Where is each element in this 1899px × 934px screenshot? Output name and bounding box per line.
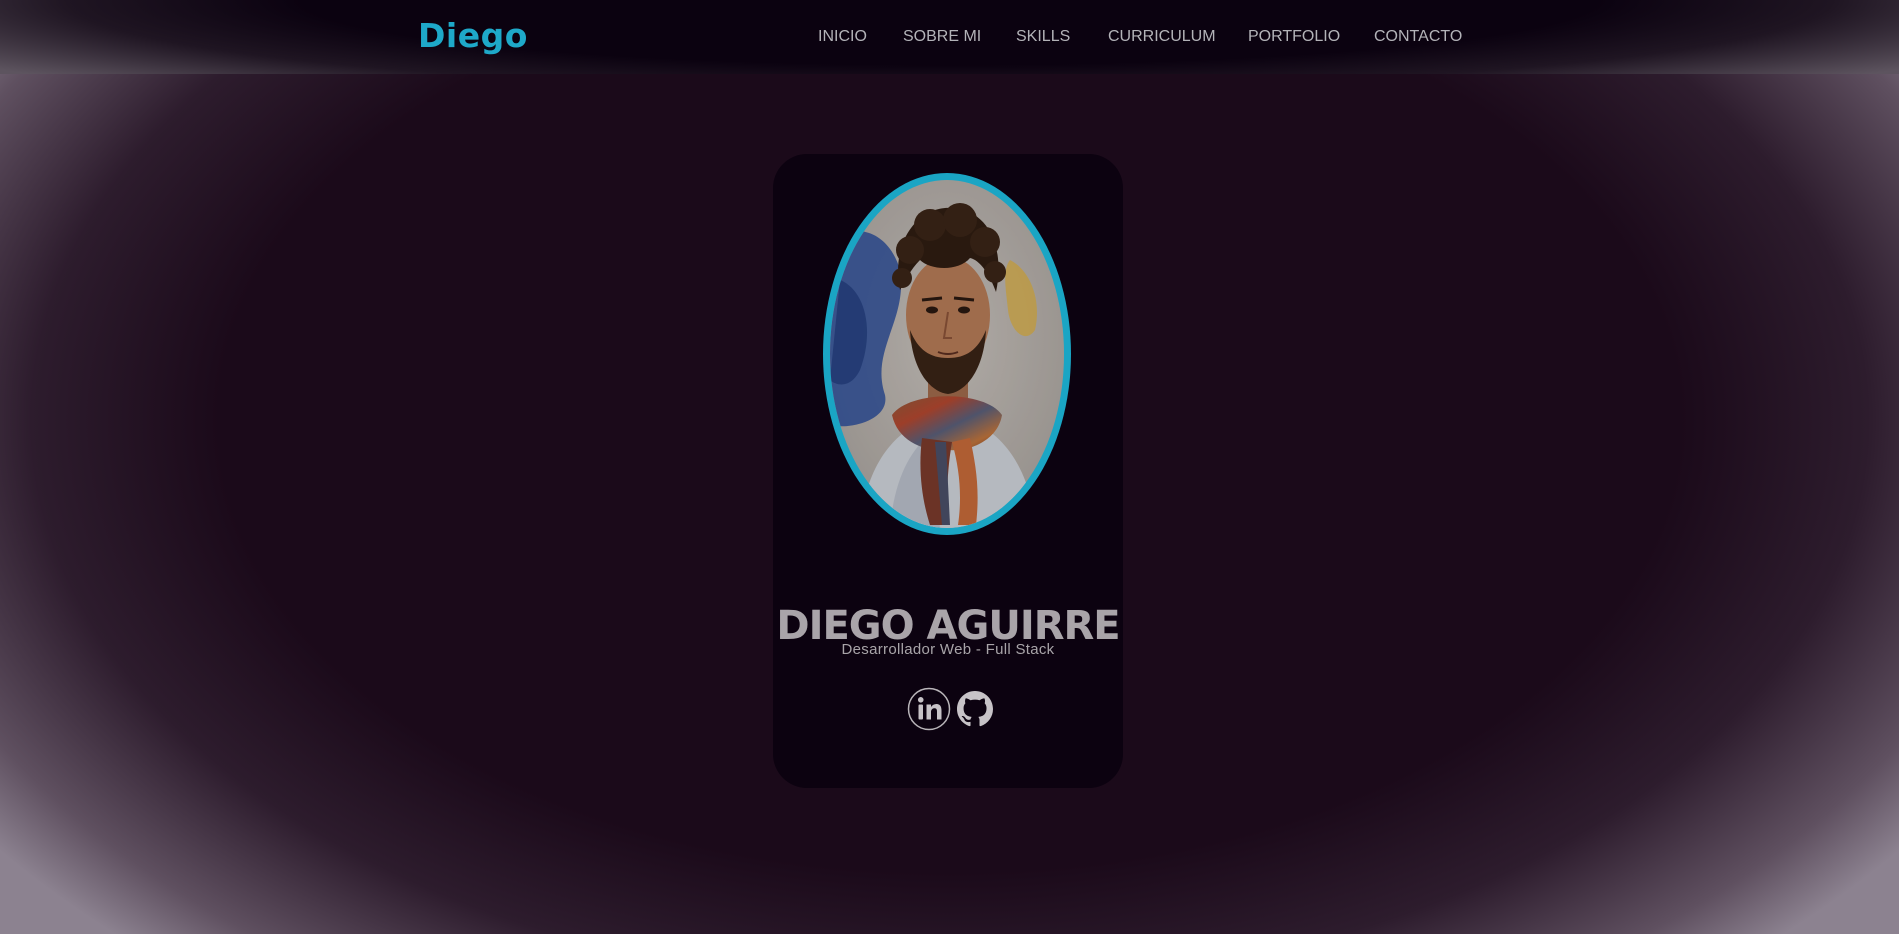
github-icon[interactable] (957, 691, 993, 731)
profile-photo (830, 180, 1064, 528)
portrait-frame (823, 173, 1071, 535)
profile-card: DIEGO AGUIRRE Desarrollador Web - Full S… (773, 154, 1123, 788)
main-nav: INICIO SOBRE MI SKILLS CURRICULUM PORTFO… (0, 28, 1899, 48)
nav-link-portfolio[interactable]: PORTFOLIO (1248, 28, 1340, 46)
profile-role: Desarrollador Web - Full Stack (841, 641, 1055, 658)
nav-link-curriculum[interactable]: CURRICULUM (1108, 28, 1216, 46)
top-navbar: Diego INICIO SOBRE MI SKILLS CURRICULUM … (0, 0, 1899, 74)
nav-link-skills[interactable]: SKILLS (1016, 28, 1070, 46)
nav-link-contacto[interactable]: CONTACTO (1374, 28, 1462, 46)
linkedin-icon[interactable] (907, 687, 951, 735)
nav-link-inicio[interactable]: INICIO (818, 28, 867, 46)
nav-link-sobre-mi[interactable]: SOBRE MI (903, 28, 981, 46)
social-links (907, 687, 997, 731)
